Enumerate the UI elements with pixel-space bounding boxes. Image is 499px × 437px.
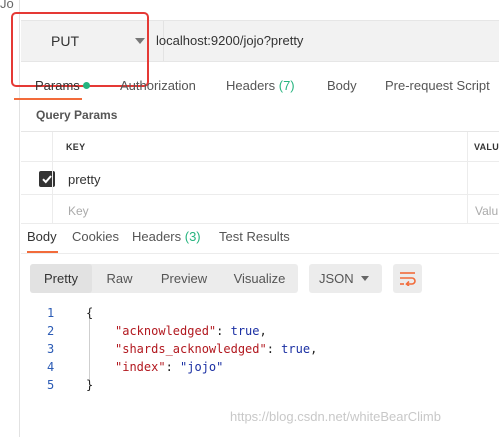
code-line: 3 "shards_acknowledged": true, [21,340,491,358]
view-visualize-button[interactable]: Visualize [221,264,298,293]
json-key: "shards_acknowledged" [115,342,267,356]
table-header-row: KEY VALU [21,132,499,162]
code-line: 4 "index": "jojo" [21,358,491,376]
tab-response-body[interactable]: Body [27,229,57,244]
column-header-value: VALU [474,142,499,152]
left-panel-divider [19,0,20,437]
request-tabs: Params Authorization Headers (7) Body Pr… [21,78,499,98]
response-tabs: Body Cookies Headers (3) Test Results [27,229,497,249]
json-entry: "shards_acknowledged": true, [115,342,318,356]
code-line: 1 { [21,304,491,322]
view-raw-button[interactable]: Raw [92,264,147,293]
line-number: 3 [47,342,55,356]
sidebar-text-fragment: Jo [0,0,14,11]
url-input[interactable]: localhost:9200/jojo?pretty [156,33,303,48]
query-params-title: Query Params [36,108,118,122]
tab-label: Body [327,78,357,93]
tab-label: Headers [132,229,185,244]
request-url-bar: PUT localhost:9200/jojo?pretty [21,20,499,62]
watermark-text: https://blog.csdn.net/whiteBearClimb [230,409,441,424]
json-key: "acknowledged" [115,324,217,338]
tab-label: Pre-request Script [385,78,490,93]
json-separator: , [310,342,318,356]
column-divider [52,132,53,224]
chevron-down-icon [135,38,145,44]
line-number: 5 [47,378,55,392]
tab-authorization[interactable]: Authorization [120,78,196,93]
column-divider [467,132,468,224]
tab-label: Cookies [72,229,119,244]
close-brace: } [86,378,94,392]
tab-label: Params [35,78,80,93]
json-key: "index" [115,360,166,374]
format-label: JSON [319,271,354,286]
method-label: PUT [51,33,79,49]
tab-cookies[interactable]: Cookies [72,229,119,244]
wrap-lines-icon [400,272,416,286]
response-tabs-divider [21,253,499,254]
line-number: 2 [47,324,55,338]
response-body-code[interactable]: 1 { 2 "acknowledged": true, 3 "shards_ac… [21,304,491,394]
tab-label: Body [27,229,57,244]
body-view-switcher: Pretty Raw Preview Visualize [30,264,298,293]
new-param-value-input[interactable]: Valu [475,204,498,218]
tab-body[interactable]: Body [327,78,357,93]
tab-test-results[interactable]: Test Results [219,229,290,244]
method-select[interactable]: PUT [31,21,164,61]
tab-response-headers[interactable]: Headers (3) [132,229,201,244]
json-entry: "index": "jojo" [115,360,224,374]
chevron-down-icon [361,276,369,281]
code-line: 5 } [21,376,491,394]
json-value: true [281,342,311,356]
new-param-key-input[interactable]: Key [68,204,89,218]
format-select[interactable]: JSON [309,264,382,293]
line-number: 4 [47,360,55,374]
json-separator: , [259,324,267,338]
view-preview-button[interactable]: Preview [147,264,221,293]
response-headers-count: (3) [184,229,201,244]
tab-label: Authorization [120,78,196,93]
view-pretty-button[interactable]: Pretty [30,264,92,293]
column-header-key: KEY [66,142,86,152]
wrap-lines-button[interactable] [393,264,422,293]
active-tab-indicator [27,251,58,253]
table-row-empty: Key Valu [21,195,499,224]
tab-headers[interactable]: Headers (7) [226,78,295,93]
headers-count: (7) [278,78,295,93]
params-active-dot-icon [82,82,90,89]
query-params-table: KEY VALU pretty Key Valu [21,131,499,224]
tab-params[interactable]: Params [35,78,90,93]
active-tab-indicator [14,98,82,100]
tab-label: Test Results [219,229,290,244]
tab-label: Headers [226,78,279,93]
param-key-cell[interactable]: pretty [68,172,101,187]
code-line: 2 "acknowledged": true, [21,322,491,340]
json-value: true [230,324,260,338]
open-brace: { [86,306,94,320]
json-entry: "acknowledged": true, [115,324,267,338]
line-number: 1 [47,306,55,320]
json-value: "jojo" [180,360,224,374]
tab-pre-request-script[interactable]: Pre-request Script [385,78,490,93]
table-row: pretty [21,162,499,195]
